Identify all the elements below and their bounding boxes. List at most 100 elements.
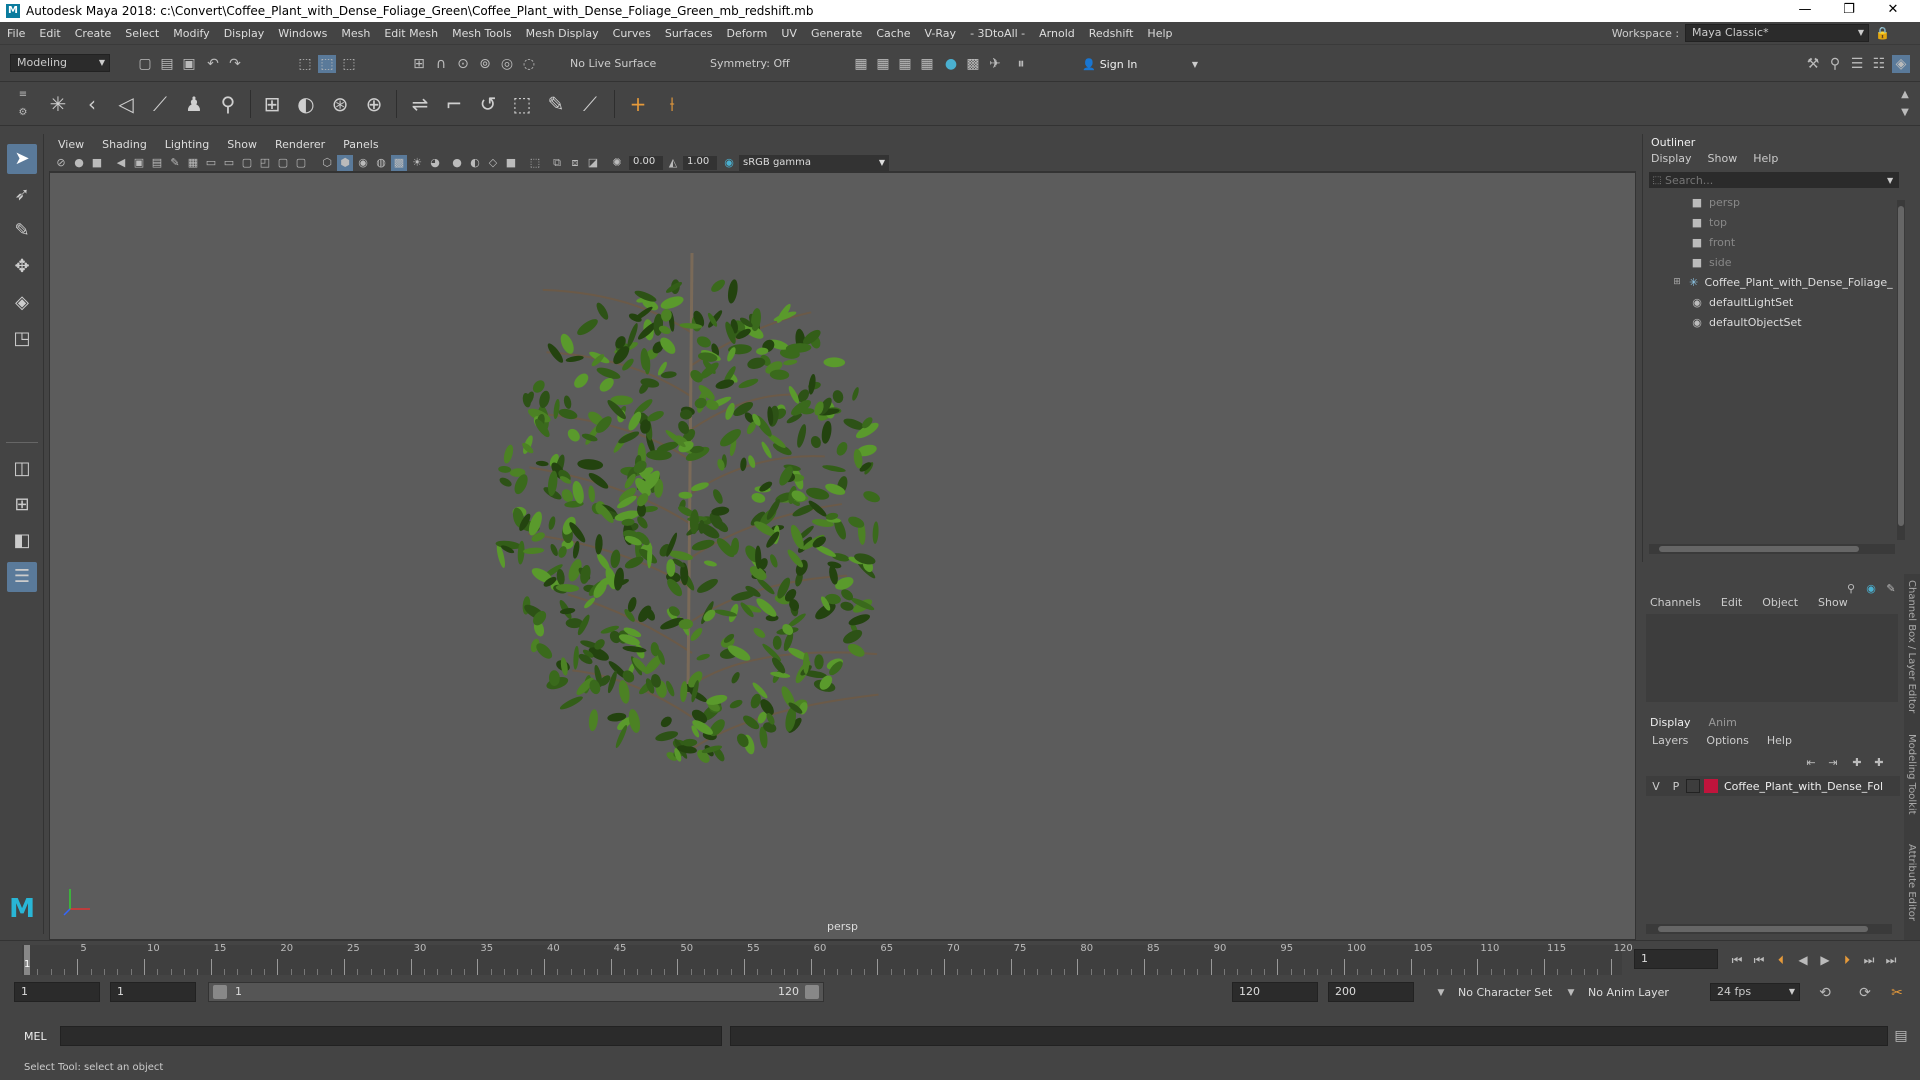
play-forward-icon[interactable]: ▶ (1816, 951, 1834, 969)
move-tool-icon[interactable]: ✥ (7, 252, 37, 282)
xray-joints-icon[interactable]: ⧈ (567, 155, 583, 171)
scroll-down-icon[interactable]: ▼ (1896, 104, 1914, 122)
step-forward-frame-icon[interactable]: ⏵ (1838, 951, 1856, 969)
outliner-item[interactable]: ◉ defaultObjectSet (1643, 312, 1893, 332)
camera-attr-icon[interactable]: ■ (89, 155, 105, 171)
outliner-item[interactable]: ⊞ ✳ Coffee_Plant_with_Dense_Foliage_Green (1643, 272, 1893, 292)
snap-live-icon[interactable]: ◌ (520, 55, 538, 73)
paint-select-icon[interactable]: ✎ (7, 216, 37, 246)
outliner-menu-show[interactable]: Show (1708, 152, 1738, 165)
side-tab-attribute-editor[interactable]: Attribute Editor (1906, 844, 1917, 921)
safe-title-icon[interactable]: ▢ (293, 155, 309, 171)
end-time-field[interactable]: 200 (1328, 982, 1414, 1002)
aim-constraint-icon[interactable]: ⟋ (576, 90, 604, 118)
pause-icon[interactable]: ⏸ (1012, 55, 1030, 73)
tool-settings-icon[interactable]: ☰ (1848, 55, 1866, 73)
anim-layer-label[interactable]: No Anim Layer (1588, 986, 1669, 999)
menu-v-ray[interactable]: V-Ray (918, 27, 964, 40)
use-lights-icon[interactable]: ☀ (409, 155, 425, 171)
outliner-item[interactable]: ◉ defaultLightSet (1643, 292, 1893, 312)
ambient-occlusion-icon[interactable]: ● (449, 155, 465, 171)
save-scene-icon[interactable]: ▣ (180, 55, 198, 73)
close-button[interactable]: ✕ (1870, 0, 1916, 22)
snap-curve-icon[interactable]: ∩ (432, 55, 450, 73)
anti-alias-icon[interactable]: ◇ (485, 155, 501, 171)
menu-cache[interactable]: Cache (869, 27, 917, 40)
play-backward-icon[interactable]: ◀ (1794, 951, 1812, 969)
shadows-icon[interactable]: ◕ (427, 155, 443, 171)
render-frame-icon[interactable]: ▦ (852, 55, 870, 73)
viewport-menu-lighting[interactable]: Lighting (156, 138, 218, 151)
chevron-down-icon[interactable]: ▼ (1562, 984, 1580, 1002)
layer-color-swatch[interactable] (1704, 779, 1718, 793)
channel-menu-edit[interactable]: Edit (1721, 596, 1742, 609)
xray-icon[interactable]: ⧉ (549, 155, 565, 171)
restore-button[interactable]: ❐ (1826, 0, 1872, 22)
color-space-dropdown[interactable]: sRGB gamma ▼ (739, 155, 889, 171)
gamma-icon[interactable]: ◭ (665, 155, 681, 171)
viewport-persp[interactable]: persp (49, 172, 1636, 940)
workspace-dropdown[interactable]: Maya Classic* ▼ (1685, 24, 1870, 42)
layer-tab-display[interactable]: Display (1650, 716, 1691, 729)
playback-end-field[interactable]: 120 (1232, 982, 1318, 1002)
channel-menu-channels[interactable]: Channels (1650, 596, 1701, 609)
blend-shape-icon[interactable]: ⇌ (406, 90, 434, 118)
minimize-button[interactable]: — (1782, 0, 1828, 22)
default-material-icon[interactable]: ◉ (355, 155, 371, 171)
ik-spline-icon[interactable]: ⟋ (146, 90, 174, 118)
menu-help[interactable]: Help (1140, 27, 1179, 40)
snap-grid-icon[interactable]: ⊞ (410, 55, 428, 73)
sign-in-button[interactable]: 👤 Sign In ▼ (1082, 54, 1198, 74)
modeling-toolkit-icon[interactable]: ⚒ (1804, 55, 1822, 73)
script-editor-icon[interactable]: ▤ (1892, 1027, 1910, 1045)
layer-tab-anim[interactable]: Anim (1709, 716, 1737, 729)
viewport-menu-renderer[interactable]: Renderer (266, 138, 334, 151)
grease-pencil-icon[interactable]: ✎ (167, 155, 183, 171)
outliner-item[interactable]: ■ persp (1643, 192, 1893, 212)
menu-uv[interactable]: UV (774, 27, 804, 40)
range-start-handle[interactable] (213, 985, 227, 999)
gate-mask-icon[interactable]: ▢ (239, 155, 255, 171)
select-tool-icon[interactable]: ➤ (7, 144, 37, 174)
humanik-icon[interactable]: ♟ (180, 90, 208, 118)
outliner-item[interactable]: ■ top (1643, 212, 1893, 232)
layer-playback-toggle[interactable]: P (1666, 780, 1686, 793)
bind-skin-icon[interactable]: ⊞ (258, 90, 286, 118)
2d-pan-icon[interactable]: ▤ (149, 155, 165, 171)
isolate-select-icon[interactable]: ⬚ (527, 155, 543, 171)
menu-mesh-tools[interactable]: Mesh Tools (445, 27, 519, 40)
menu-edit-mesh[interactable]: Edit Mesh (377, 27, 445, 40)
range-slider[interactable]: 1 120 (208, 982, 824, 1002)
menu-redshift[interactable]: Redshift (1082, 27, 1141, 40)
symmetry-label[interactable]: Symmetry: Off (710, 57, 790, 70)
joint-icon[interactable]: ‹ (78, 90, 106, 118)
point-constraint-icon[interactable]: + (624, 90, 652, 118)
layer-h-scrollbar[interactable] (1646, 924, 1892, 934)
field-chart-icon[interactable]: ◰ (257, 155, 273, 171)
mode-dropdown[interactable]: Modeling ▼ (10, 54, 110, 72)
render-settings-icon[interactable]: ▦ (918, 55, 936, 73)
filter-icon[interactable]: ⬚ (1649, 175, 1665, 186)
scroll-up-icon[interactable]: ▲ (1896, 86, 1914, 104)
lattice-icon[interactable]: ⊛ (326, 90, 354, 118)
open-scene-icon[interactable]: ▤ (158, 55, 176, 73)
outliner-menu-help[interactable]: Help (1753, 152, 1778, 165)
viewport-menu-panels[interactable]: Panels (334, 138, 387, 151)
menu-arnold[interactable]: Arnold (1032, 27, 1082, 40)
time-ruler[interactable]: 1 5 10 15 20 25 30 35 40 45 50 55 60 65 70 75 80 85 90 95 1… (22, 943, 1633, 975)
snap-view-icon[interactable]: ⊚ (476, 55, 494, 73)
layer-menu-layers[interactable]: Layers (1652, 734, 1688, 747)
step-forward-key-icon[interactable]: ⏭ (1860, 951, 1878, 969)
time-slider[interactable]: 1 5 10 15 20 25 30 35 40 45 50 55 60 65 70 75 80 85 90 95 1… (0, 940, 1920, 978)
two-view-icon[interactable]: ◧ (7, 526, 37, 556)
viewport-menu-show[interactable]: Show (218, 138, 266, 151)
film-gate-icon[interactable]: ▭ (203, 155, 219, 171)
exposure-field[interactable]: 0.00 (629, 156, 663, 170)
backface-icon[interactable]: ◪ (585, 155, 601, 171)
menu-file[interactable]: File (0, 27, 32, 40)
layer-visibility-toggle[interactable]: V (1646, 780, 1666, 793)
select-hierarchy-icon[interactable]: ⬚ (296, 55, 314, 73)
expand-icon[interactable]: ⊞ (1671, 277, 1683, 287)
camera-select-icon[interactable]: ⊘ (53, 155, 69, 171)
ipr-icon[interactable]: ▦ (896, 55, 914, 73)
